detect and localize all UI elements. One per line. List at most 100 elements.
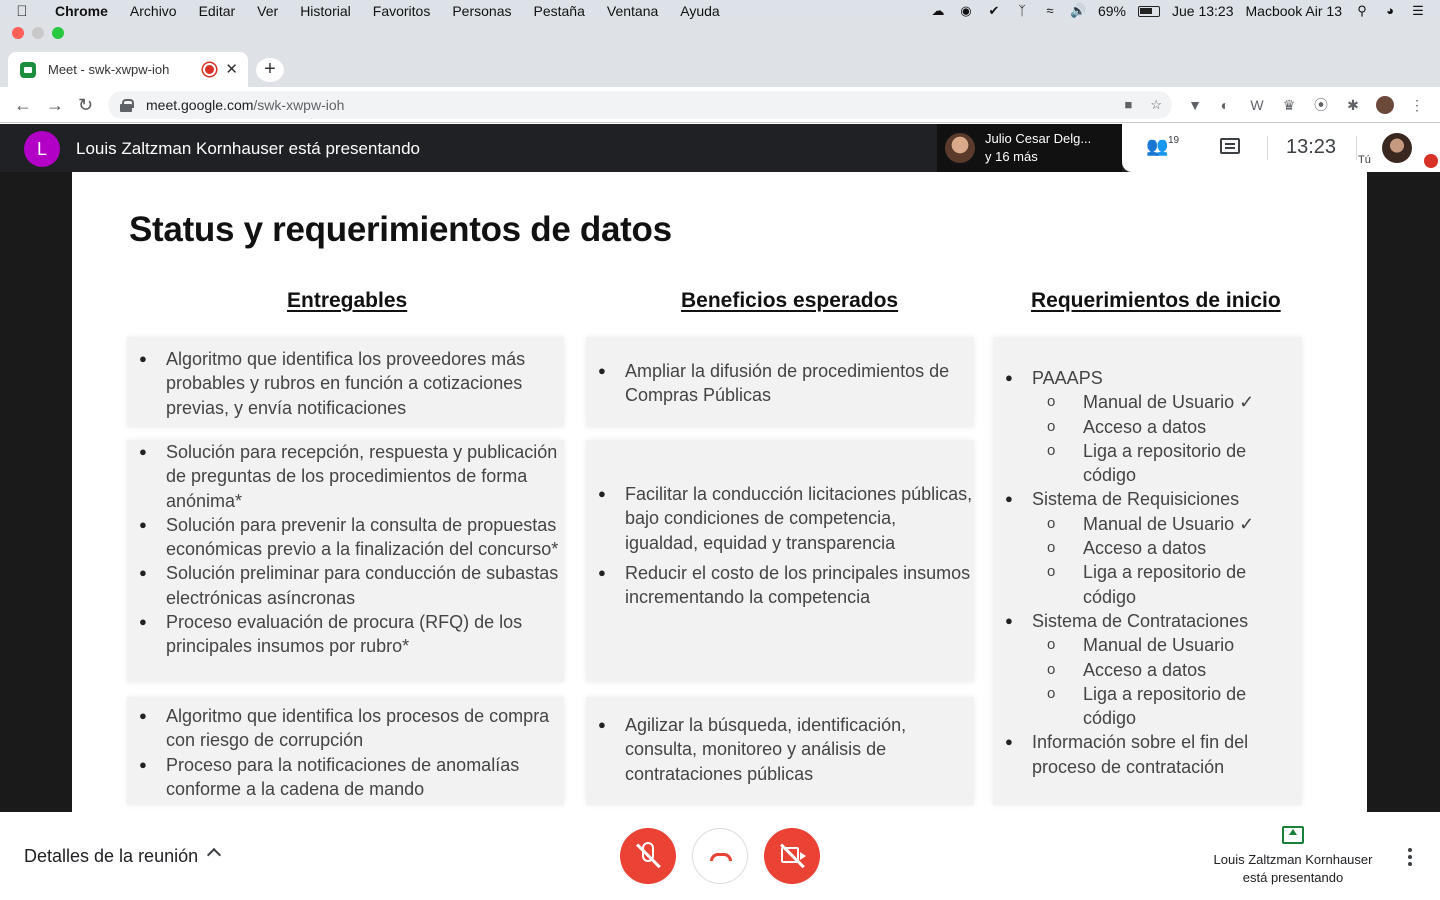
sub-list-item: Liga a repositorio de código xyxy=(993,682,1302,731)
sub-list-item: Manual de Usuario ✓ xyxy=(993,512,1302,537)
bookmark-star-icon[interactable]: ☆ xyxy=(1150,97,1162,113)
presenter-status-line1: Louis Zaltzman Kornhauser xyxy=(1213,852,1373,867)
menu-ventana[interactable]: Ventana xyxy=(596,3,669,19)
camera-toggle-button[interactable] xyxy=(764,828,820,884)
participant-name: Julio Cesar Delg... xyxy=(985,131,1092,146)
self-muted-icon xyxy=(1424,154,1438,168)
microphone-toggle-button[interactable] xyxy=(620,828,676,884)
list-item: Solución para prevenir la consulta de pr… xyxy=(127,513,564,562)
apple-menu-icon[interactable]:  xyxy=(0,3,44,20)
control-center-icon[interactable]: ☰ xyxy=(1410,4,1426,18)
presented-slide: Status y requerimientos de datos Entrega… xyxy=(72,172,1367,812)
list-item: Algoritmo que identifica los proveedores… xyxy=(127,347,564,420)
chevron-up-icon[interactable] xyxy=(206,847,222,863)
present-screen-icon[interactable] xyxy=(1282,826,1304,844)
list-item: Facilitar la conducción licitaciones púb… xyxy=(586,482,974,555)
participant-more: y 16 más xyxy=(985,149,1038,164)
list-item: Ampliar la difusión de procedimientos de… xyxy=(586,359,974,408)
list-item: Agilizar la búsqueda, identificación, co… xyxy=(586,713,974,786)
check-shield-icon[interactable]: ✔ xyxy=(986,4,1002,18)
entregables-box-1: Algoritmo que identifica los proveedores… xyxy=(127,337,564,427)
macos-menu-bar:  Chrome Archivo Editar Ver Historial Fa… xyxy=(0,0,1440,22)
list-item: Información sobre el fin del proceso de … xyxy=(993,730,1302,779)
extensions-puzzle-icon[interactable]: ✱ xyxy=(1344,96,1362,114)
menu-app-name[interactable]: Chrome xyxy=(44,3,119,19)
people-icon[interactable]: 👥 xyxy=(1146,136,1168,157)
new-tab-button[interactable]: + xyxy=(256,58,284,82)
more-options-icon[interactable] xyxy=(1408,848,1412,869)
meeting-details-button[interactable]: Detalles de la reunión xyxy=(24,846,198,867)
menu-personas[interactable]: Personas xyxy=(441,3,522,19)
beneficios-box-1: Ampliar la difusión de procedimientos de… xyxy=(586,337,974,427)
tab-meet[interactable]: Meet - swk-xwpw-ioh ✕ xyxy=(8,52,248,87)
menu-editar[interactable]: Editar xyxy=(188,3,247,19)
volume-icon[interactable]: 🔊 xyxy=(1070,4,1086,18)
siri-icon[interactable]: ◕ xyxy=(1382,4,1398,18)
presenter-status[interactable]: Louis Zaltzman Kornhauser está presentan… xyxy=(1193,851,1393,887)
crown-extension-icon[interactable]: ♛ xyxy=(1280,96,1298,114)
requerimientos-box: PAAAPS Manual de Usuario ✓ Acceso a dato… xyxy=(993,337,1302,805)
address-bar[interactable]: meet.google.com/swk-xwpw-ioh ■ ☆ xyxy=(108,91,1172,119)
wiki-extension-icon[interactable]: W xyxy=(1248,96,1266,114)
participant-avatar xyxy=(945,133,975,163)
battery-percent: 69% xyxy=(1097,3,1126,19)
spotlight-search-icon[interactable]: ⚲ xyxy=(1354,4,1370,18)
self-video-tile[interactable] xyxy=(1382,133,1412,163)
circle-extension-icon[interactable]: ◐ xyxy=(1216,96,1234,114)
chrome-menu-icon[interactable]: ⋮ xyxy=(1408,96,1426,114)
meet-bottom-bar: Detalles de la reunión Louis Zaltzman Ko… xyxy=(0,812,1440,900)
menu-ver[interactable]: Ver xyxy=(246,3,289,19)
window-minimize-button[interactable] xyxy=(32,27,44,39)
self-label: Tú xyxy=(1358,154,1371,166)
profile-avatar[interactable] xyxy=(1376,96,1394,114)
camera-in-use-icon[interactable]: ■ xyxy=(1124,97,1132,113)
menu-historial[interactable]: Historial xyxy=(289,3,362,19)
lock-icon[interactable] xyxy=(120,99,134,112)
window-zoom-button[interactable] xyxy=(52,27,64,39)
people-count: 19 xyxy=(1168,135,1180,146)
recording-indicator-icon xyxy=(203,63,216,76)
tab-close-icon[interactable]: ✕ xyxy=(225,60,238,78)
elephant-icon[interactable]: ☁ xyxy=(930,4,946,18)
forward-arrow-icon[interactable]: → xyxy=(46,95,64,116)
menubar-status-area: ☁ ◉ ✔ ᛉ ≈ 🔊 69% Jue 13:23 Macbook Air 13… xyxy=(930,0,1440,22)
window-close-button[interactable] xyxy=(12,27,24,39)
sub-list-item: Liga a repositorio de código xyxy=(993,439,1302,488)
column-header-entregables: Entregables xyxy=(287,289,408,312)
back-arrow-icon[interactable]: ← xyxy=(14,95,32,116)
menubar-clock[interactable]: Jue 13:23 xyxy=(1172,3,1234,19)
chat-icon[interactable] xyxy=(1220,138,1240,154)
omnibox-actions: ■ ☆ xyxy=(1124,97,1162,113)
device-name[interactable]: Macbook Air 13 xyxy=(1246,3,1343,19)
vpn-extension-icon[interactable]: ▼ xyxy=(1186,96,1204,114)
list-item: Proceso evaluación de procura (RFQ) de l… xyxy=(127,610,564,659)
bluetooth-icon[interactable]: ᛉ xyxy=(1014,4,1030,18)
sub-list-item: Acceso a datos xyxy=(993,415,1302,440)
tab-title: Meet - swk-xwpw-ioh xyxy=(48,62,170,77)
divider xyxy=(1267,136,1268,160)
list-item: Solución para recepción, respuesta y pub… xyxy=(127,440,564,513)
sub-list-item: Acceso a datos xyxy=(993,536,1302,561)
entregables-box-3: Algoritmo que identifica los procesos de… xyxy=(127,697,564,805)
participant-chip[interactable]: Julio Cesar Delg... y 16 más xyxy=(937,124,1122,172)
menu-favoritos[interactable]: Favoritos xyxy=(362,3,442,19)
battery-icon[interactable] xyxy=(1138,5,1160,17)
menu-archivo[interactable]: Archivo xyxy=(119,3,188,19)
column-header-beneficios: Beneficios esperados xyxy=(681,289,899,312)
reload-icon[interactable]: ↻ xyxy=(78,95,93,116)
compass-extension-icon[interactable]: ⦿ xyxy=(1312,96,1330,114)
browser-toolbar: ← → ↻ meet.google.com/swk-xwpw-ioh ■ ☆ ▼… xyxy=(0,87,1440,123)
list-item: PAAAPS xyxy=(993,366,1302,391)
presenter-status-line2: está presentando xyxy=(1242,870,1344,885)
menu-pestana[interactable]: Pestaña xyxy=(523,3,596,19)
list-item: Sistema de Requisiciones xyxy=(993,487,1302,512)
url-host: meet.google.com xyxy=(146,97,254,113)
globe-icon[interactable]: ◉ xyxy=(958,4,974,18)
leave-call-button[interactable] xyxy=(692,828,748,884)
list-item: Proceso para la notificaciones de anomal… xyxy=(127,753,564,802)
sub-list-item: Manual de Usuario xyxy=(993,633,1302,658)
presenter-avatar: L xyxy=(24,131,60,167)
menu-ayuda[interactable]: Ayuda xyxy=(669,3,730,19)
google-meet-icon xyxy=(20,61,36,78)
wifi-icon[interactable]: ≈ xyxy=(1042,4,1058,18)
